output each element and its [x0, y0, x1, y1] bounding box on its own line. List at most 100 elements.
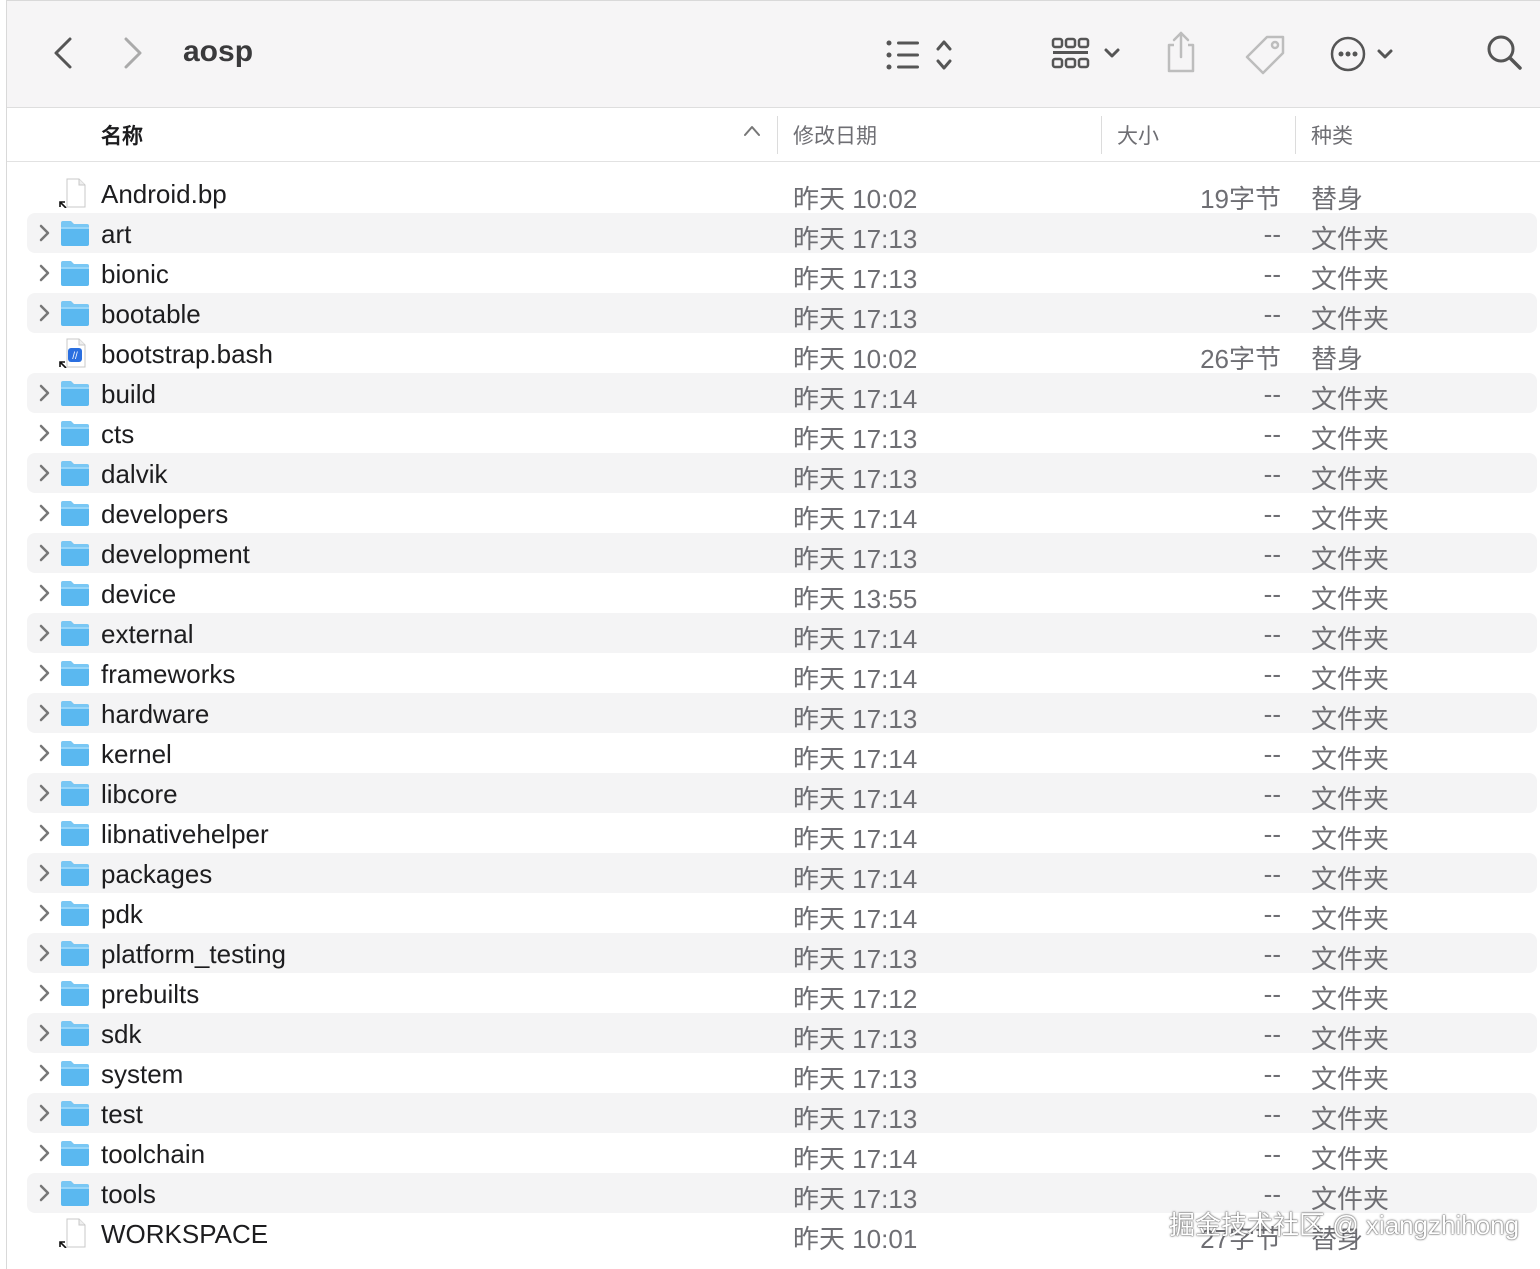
file-size: --	[1263, 1059, 1281, 1089]
file-row[interactable]: libcore 昨天 17:14 -- 文件夹	[27, 773, 1537, 814]
file-date: 昨天 17:13	[793, 264, 918, 294]
file-row[interactable]: packages 昨天 17:14 -- 文件夹	[27, 853, 1537, 894]
file-date: 昨天 17:14	[793, 744, 918, 774]
file-kind: 文件夹	[1311, 664, 1390, 694]
file-row[interactable]: device 昨天 13:55 -- 文件夹	[27, 573, 1537, 614]
disclosure-chevron-icon[interactable]	[35, 623, 53, 643]
disclosure-chevron-icon[interactable]	[35, 1023, 53, 1043]
file-row[interactable]: cts 昨天 17:13 -- 文件夹	[27, 413, 1537, 454]
file-date: 昨天 17:13	[793, 1064, 918, 1094]
column-separator[interactable]	[1101, 116, 1102, 154]
disclosure-chevron-icon[interactable]	[35, 863, 53, 883]
file-row[interactable]: toolchain 昨天 17:14 -- 文件夹	[27, 1133, 1537, 1174]
file-name: bootstrap.bash	[101, 339, 274, 369]
file-date: 昨天 17:13	[793, 304, 918, 334]
file-kind: 文件夹	[1311, 384, 1390, 414]
search-icon[interactable]	[1485, 33, 1525, 73]
column-size[interactable]: 大小	[1117, 120, 1159, 150]
file-name: libnativehelper	[101, 819, 269, 849]
disclosure-chevron-icon[interactable]	[35, 943, 53, 963]
file-size: --	[1263, 779, 1281, 809]
ellipsis-circle-icon[interactable]	[1327, 33, 1403, 75]
disclosure-chevron-icon[interactable]	[35, 383, 53, 403]
disclosure-chevron-icon[interactable]	[35, 663, 53, 683]
column-separator[interactable]	[777, 116, 778, 154]
file-name: cts	[101, 419, 135, 449]
disclosure-chevron-icon[interactable]	[35, 463, 53, 483]
file-kind: 文件夹	[1311, 544, 1390, 574]
disclosure-chevron-icon[interactable]	[35, 783, 53, 803]
disclosure-chevron-icon[interactable]	[35, 1103, 53, 1123]
file-name: development	[101, 539, 250, 569]
file-name: bionic	[101, 259, 169, 289]
file-row[interactable]: pdk 昨天 17:14 -- 文件夹	[27, 893, 1537, 934]
file-size: --	[1263, 1139, 1281, 1169]
file-name: developers	[101, 499, 229, 529]
share-icon[interactable]	[1163, 29, 1199, 75]
disclosure-chevron-icon[interactable]	[35, 703, 53, 723]
file-row[interactable]: external 昨天 17:14 -- 文件夹	[27, 613, 1537, 654]
file-row[interactable]: dalvik 昨天 17:13 -- 文件夹	[27, 453, 1537, 494]
disclosure-chevron-icon[interactable]	[35, 823, 53, 843]
file-date: 昨天 17:13	[793, 1024, 918, 1054]
file-row[interactable]: sdk 昨天 17:13 -- 文件夹	[27, 1013, 1537, 1054]
file-date: 昨天 17:14	[793, 784, 918, 814]
column-separator[interactable]	[1295, 116, 1296, 154]
disclosure-chevron-icon[interactable]	[35, 903, 53, 923]
file-name: external	[101, 619, 194, 649]
disclosure-chevron-icon[interactable]	[35, 503, 53, 523]
file-date: 昨天 17:14	[793, 504, 918, 534]
list-view-icon[interactable]	[883, 35, 969, 75]
chevron-left-icon[interactable]	[47, 33, 79, 73]
file-row[interactable]: Android.bp 昨天 10:02 19字节 替身	[27, 173, 1537, 214]
watermark: 掘金技术社区 @ xiangzhihong	[1169, 1210, 1520, 1240]
disclosure-chevron-icon[interactable]	[35, 983, 53, 1003]
disclosure-chevron-icon[interactable]	[35, 543, 53, 563]
file-row[interactable]: kernel 昨天 17:14 -- 文件夹	[27, 733, 1537, 774]
file-row[interactable]: development 昨天 17:13 -- 文件夹	[27, 533, 1537, 574]
folder-icon	[59, 218, 91, 248]
file-kind: 替身	[1311, 344, 1364, 374]
file-row[interactable]: bootable 昨天 17:13 -- 文件夹	[27, 293, 1537, 334]
file-row[interactable]: build 昨天 17:14 -- 文件夹	[27, 373, 1537, 414]
file-name: kernel	[101, 739, 172, 769]
file-row[interactable]: frameworks 昨天 17:14 -- 文件夹	[27, 653, 1537, 694]
file-row[interactable]: prebuilts 昨天 17:12 -- 文件夹	[27, 973, 1537, 1014]
file-row[interactable]: hardware 昨天 17:13 -- 文件夹	[27, 693, 1537, 734]
column-name[interactable]: 名称	[101, 120, 143, 150]
svg-text://: //	[72, 351, 78, 362]
file-name: bootable	[101, 299, 201, 329]
folder-icon	[59, 698, 91, 728]
chevron-right-icon[interactable]	[117, 33, 149, 73]
file-kind: 文件夹	[1311, 1064, 1390, 1094]
file-row[interactable]: test 昨天 17:13 -- 文件夹	[27, 1093, 1537, 1134]
chevron-up-icon[interactable]	[743, 124, 761, 143]
tag-icon[interactable]	[1241, 33, 1289, 77]
disclosure-chevron-icon[interactable]	[35, 1183, 53, 1203]
disclosure-chevron-icon[interactable]	[35, 223, 53, 243]
file-name: tools	[101, 1179, 156, 1209]
folder-icon	[59, 1138, 91, 1168]
disclosure-chevron-icon[interactable]	[35, 303, 53, 323]
file-date: 昨天 17:13	[793, 944, 918, 974]
grid-group-icon[interactable]	[1049, 33, 1125, 75]
file-row[interactable]: platform_testing 昨天 17:13 -- 文件夹	[27, 933, 1537, 974]
file-size: --	[1263, 979, 1281, 1009]
file-row[interactable]: libnativehelper 昨天 17:14 -- 文件夹	[27, 813, 1537, 854]
file-row[interactable]: art 昨天 17:13 -- 文件夹	[27, 213, 1537, 254]
column-kind[interactable]: 种类	[1311, 120, 1353, 150]
file-size: --	[1263, 419, 1281, 449]
disclosure-chevron-icon[interactable]	[35, 583, 53, 603]
column-date[interactable]: 修改日期	[793, 120, 877, 150]
file-date: 昨天 10:02	[793, 184, 918, 214]
file-row[interactable]: // bootstrap.bash 昨天 10:02 26字节 替身	[27, 333, 1537, 374]
file-row[interactable]: developers 昨天 17:14 -- 文件夹	[27, 493, 1537, 534]
file-kind: 文件夹	[1311, 224, 1390, 254]
disclosure-chevron-icon[interactable]	[35, 263, 53, 283]
disclosure-chevron-icon[interactable]	[35, 1063, 53, 1083]
file-row[interactable]: bionic 昨天 17:13 -- 文件夹	[27, 253, 1537, 294]
disclosure-chevron-icon[interactable]	[35, 423, 53, 443]
disclosure-chevron-icon[interactable]	[35, 743, 53, 763]
disclosure-chevron-icon[interactable]	[35, 1143, 53, 1163]
file-row[interactable]: system 昨天 17:13 -- 文件夹	[27, 1053, 1537, 1094]
